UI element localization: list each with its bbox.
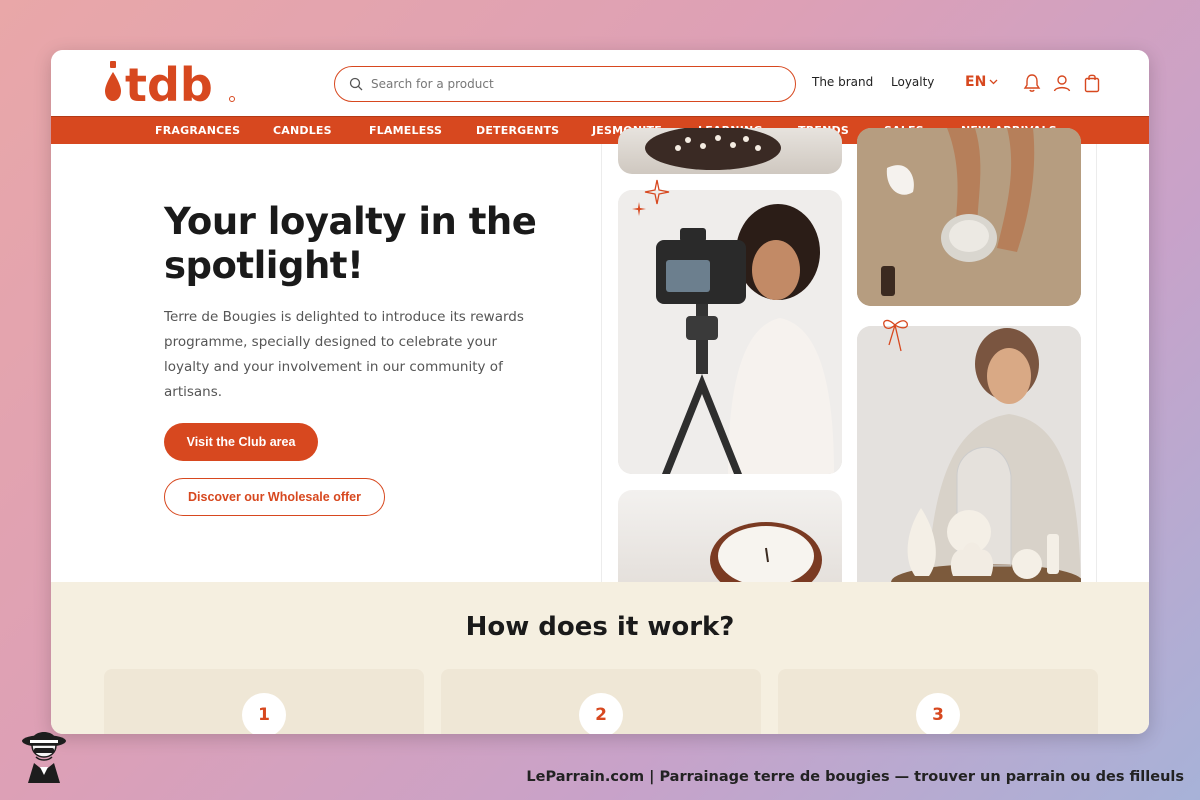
photo-camera-woman [618,190,842,474]
visit-club-button[interactable]: Visit the Club area [164,423,318,461]
sparkle-icon [632,179,670,216]
gallery-divider-right [1096,144,1097,582]
nav-link-brand[interactable]: The brand [812,75,873,89]
step-card-2: 2 [441,669,761,734]
gallery-divider-left [601,144,602,582]
chevron-down-icon [989,79,998,85]
language-label: EN [965,74,987,90]
hero-title: Your loyalty in the spotlight! [164,200,537,287]
step-card-3: 3 [778,669,1098,734]
leparrain-mascot-icon [22,732,66,783]
search-input[interactable] [371,77,751,91]
step-number-3: 3 [916,693,960,734]
user-icon[interactable] [1051,72,1073,94]
nav-item-candles[interactable]: CANDLES [273,124,332,137]
nav-item-flameless[interactable]: FLAMELESS [369,124,442,137]
wholesale-offer-button[interactable]: Discover our Wholesale offer [164,478,385,516]
logo-text: tdb [125,58,213,110]
photo-woman-candles [857,326,1081,606]
step-number-2: 2 [579,693,623,734]
language-selector[interactable]: EN [965,74,998,90]
nav-item-fragrances[interactable]: FRAGRANCES [155,124,240,137]
step-number-1: 1 [242,693,286,734]
search-icon [349,77,363,91]
nav-item-detergents[interactable]: DETERGENTS [476,124,559,137]
tdb-logo[interactable]: tdb [101,58,241,110]
site-header: tdb The brand Loyalty EN [51,50,1149,116]
bell-icon[interactable] [1021,72,1043,94]
how-it-works-section: How does it work? 1 2 3 [51,582,1149,734]
hero-description: Terre de Bougies is delighted to introdu… [164,309,524,400]
footer-caption: LeParrain.com | Parrainage terre de boug… [526,769,1184,785]
photo-candle-bowl [618,128,842,174]
search-bar[interactable] [334,66,796,102]
browser-window: tdb The brand Loyalty EN [51,50,1149,734]
cart-icon[interactable] [1081,72,1103,94]
ribbon-icon [883,319,908,352]
how-it-works-title: How does it work? [465,612,735,642]
photo-hands-crafting [857,128,1081,306]
nav-link-loyalty[interactable]: Loyalty [891,75,934,89]
step-card-1: 1 [104,669,424,734]
